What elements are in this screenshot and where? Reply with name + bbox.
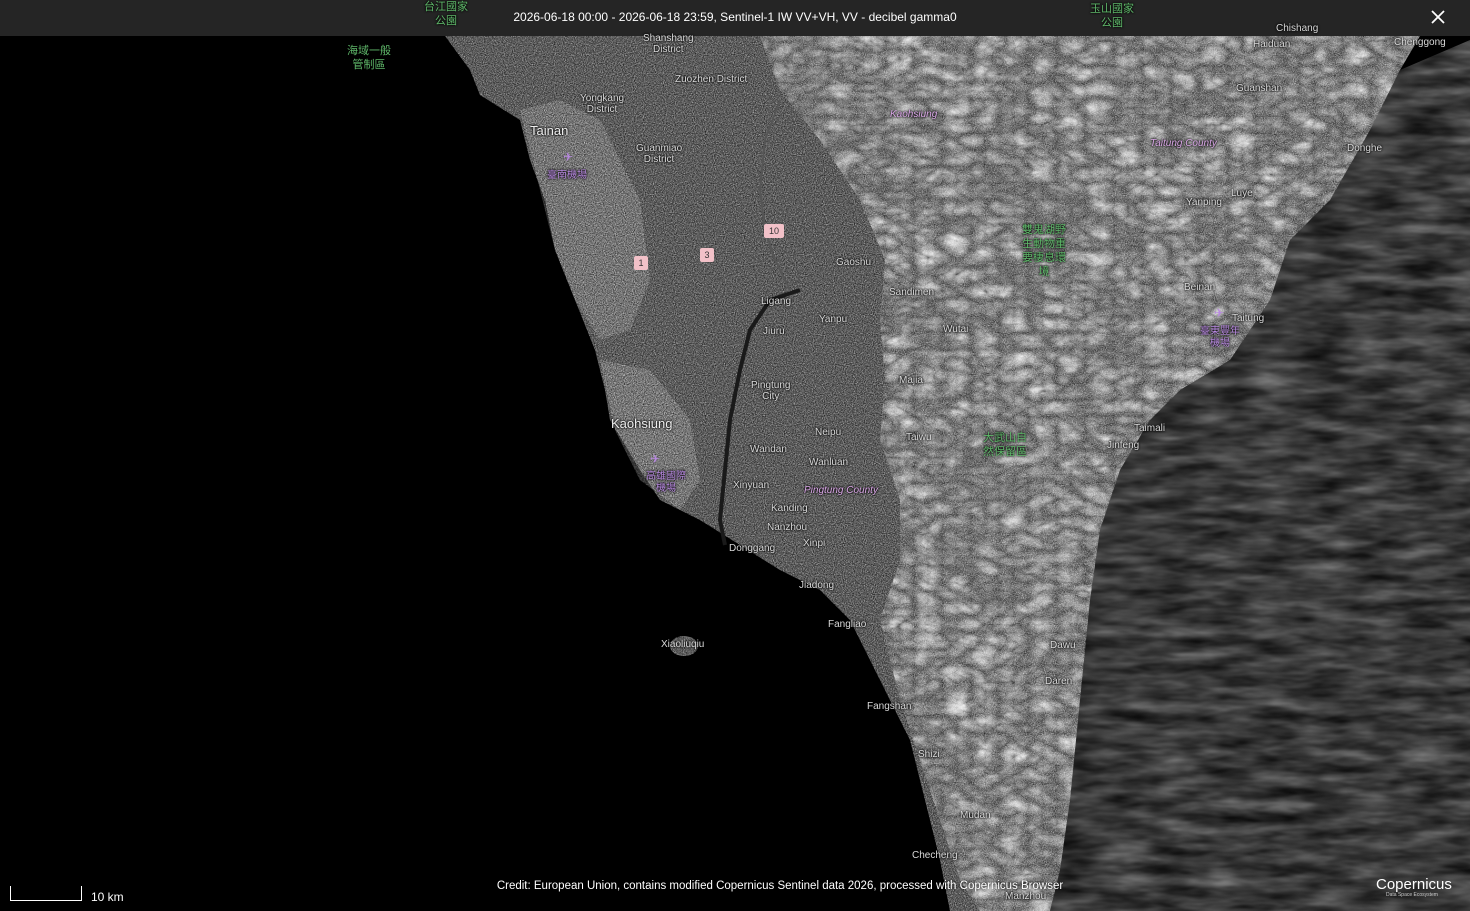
label-jiadong: Jiadong — [799, 580, 835, 591]
label-donghe: Donghe — [1347, 143, 1383, 154]
label-taimali: Taimali — [1134, 423, 1166, 434]
label-top-green-left: 台江國家 公園 — [424, 1, 468, 27]
airport-icon: ✈ — [1214, 306, 1225, 320]
label-shizi: Shizi — [918, 749, 940, 760]
scale-label: 10 km — [91, 890, 124, 904]
label-wutai: Wutai — [943, 324, 969, 335]
airport-icon: ✈ — [650, 452, 661, 466]
label-checheng: Checheng — [912, 850, 958, 861]
label-majia: Majia — [899, 375, 923, 386]
label-daren: Daren — [1045, 676, 1073, 687]
label-luye: Luye — [1231, 188, 1253, 199]
close-icon[interactable] — [1420, 0, 1456, 34]
airport-icon: ✈ — [563, 150, 574, 164]
label-jiuru: Jiuru — [763, 326, 785, 337]
label-taitung: Taitung — [1232, 313, 1265, 324]
label-shanshang: Shanshang District — [643, 33, 694, 55]
label-yongkang: Yongkang District — [580, 93, 625, 115]
label-xinpi: Xinpi — [803, 538, 826, 549]
label-kanding: Kanding — [771, 503, 808, 514]
label-beinan: Beinan — [1184, 282, 1216, 293]
label-fangshan: Fangshan — [867, 701, 912, 712]
label-sandimen: Sandimen — [889, 287, 935, 298]
label-airport-taitung: 臺東豐年 機場 — [1200, 326, 1240, 349]
route-shield-1: 1 — [634, 256, 648, 270]
label-chenggong: Chenggong — [1394, 37, 1446, 48]
label-guanmiao: Guanmiao District — [636, 143, 683, 165]
label-gaoshu: Gaoshu — [836, 257, 872, 268]
logo-name: Copernicus — [1376, 876, 1452, 893]
label-airport-tainan: 臺南機場 — [547, 170, 587, 181]
label-xiaoliuqiu: Xiaoliuqiu — [661, 639, 705, 650]
banner-title: 2026-06-18 00:00 - 2026-06-18 23:59, Sen… — [513, 10, 957, 24]
label-wanluan: Wanluan — [809, 457, 849, 468]
label-reserve-north: 雙鬼湖野 生動物重 要棲息環 境 — [1022, 224, 1066, 278]
label-manzhou: Manzhou — [1005, 891, 1047, 902]
layer-info-banner: 2026-06-18 00:00 - 2026-06-18 23:59, Sen… — [0, 0, 1470, 36]
label-pingtung-county: Pingtung County — [804, 485, 878, 496]
sar-map[interactable] — [0, 0, 1470, 911]
route-shield-10: 10 — [764, 224, 784, 238]
label-dawu: Dawu — [1050, 640, 1076, 651]
label-yanpu: Yanpu — [819, 314, 848, 325]
label-mudan: Mudan — [960, 810, 991, 821]
label-kaohsiung-city: Kaohsiung — [890, 109, 938, 120]
label-neipu: Neipu — [815, 427, 842, 438]
label-top-green-right: 玉山國家 公園 — [1090, 3, 1134, 29]
label-tainan: Tainan — [530, 123, 569, 138]
label-nanzhou: Nanzhou — [767, 522, 808, 533]
credit-text: Credit: European Union, contains modifie… — [496, 880, 1064, 892]
label-donggang: Donggang — [729, 543, 776, 554]
label-pingtung-city: Pingtung City — [751, 380, 791, 402]
label-fangliao: Fangliao — [828, 619, 867, 630]
label-sea-zone: 海域一般 管制區 — [347, 45, 391, 71]
label-ligang: Ligang — [761, 296, 792, 307]
label-taiwu: Taiwu — [906, 432, 932, 443]
label-guanshan: Guanshan — [1236, 83, 1283, 94]
label-taitung-county: Taitung County — [1150, 138, 1217, 149]
copernicus-logo: Copernicus Data Space Ecosystem — [1376, 876, 1456, 906]
route-shield-3: 3 — [700, 248, 714, 262]
label-chishang: Chishang — [1276, 23, 1319, 34]
label-haiduan: Haiduan — [1253, 39, 1291, 50]
scale-bar — [10, 886, 82, 901]
label-reserve-dawu: 大武山自 然保留區 — [983, 432, 1027, 458]
label-yanping: Yanping — [1186, 197, 1222, 208]
label-wandan: Wandan — [750, 444, 787, 455]
label-jinfeng: Jinfeng — [1107, 440, 1140, 451]
label-airport-kaohsiung: 高雄國際 機場 — [646, 471, 686, 494]
label-kaohsiung: Kaohsiung — [611, 416, 673, 431]
label-xinyuan: Xinyuan — [733, 480, 770, 491]
label-zuozhen: Zuozhen District — [675, 74, 748, 85]
